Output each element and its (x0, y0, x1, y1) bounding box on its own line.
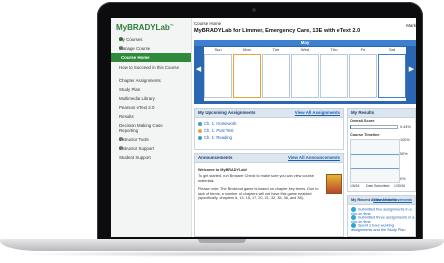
timeline-axis-label: Date Submitted (366, 184, 390, 188)
overall-score-value: 0.44% (400, 125, 411, 129)
axis-tick: 50% (400, 152, 408, 156)
sidebar-item-chapter-assignments[interactable]: Chapter Assignments › (111, 76, 191, 84)
sidebar-item-etext[interactable]: Pearson eText 2.0 (111, 103, 191, 111)
overall-score-track (350, 125, 398, 129)
chevron-right-icon: › (119, 44, 121, 51)
calendar-month: May (194, 40, 416, 46)
calendar: May ◀ ▶ Sun Mon Tue Wed Thu Fri Sat (194, 40, 416, 104)
timeline-start-date: 1/6/16 (350, 184, 360, 188)
axis-tick: 100% (400, 138, 410, 142)
sidebar-item-how-to-succeed[interactable]: How to Succeed in this Course (111, 63, 191, 75)
view-all-announcements-link[interactable]: View All Announcements (288, 154, 340, 162)
sidebar-item-my-courses[interactable]: My Courses (111, 35, 191, 43)
laptop-shadow (10, 251, 434, 257)
chart-gridline (351, 168, 399, 169)
panel-title: My Upcoming Assignments (198, 110, 256, 115)
achievements-panel: My Recent Achievements View All Achieveme… (347, 195, 416, 237)
view-all-achievements-link[interactable]: View All Achievements (373, 196, 412, 204)
calendar-prev-button[interactable]: ◀ (194, 56, 203, 84)
app-logo[interactable]: MyBRADYLab™ (116, 23, 174, 32)
sidebar-item-manage-course[interactable]: Manage Course › (111, 44, 191, 52)
sidebar-item-decision-making[interactable]: Decision Making Case Reporting (111, 121, 191, 133)
announcement-heading: Welcome to MyBRADYLab! (198, 168, 248, 172)
panel-header: My Upcoming Assignments View All Assignme… (195, 109, 343, 118)
breadcrumb: Course Home (194, 21, 222, 26)
panel-title: Announcements (198, 155, 233, 160)
sidebar-item-instructor-support[interactable]: Instructor Support (111, 144, 191, 152)
day-cell[interactable] (320, 54, 348, 98)
axis-tick: 0% (400, 177, 406, 181)
announcements-panel: Announcements View All Announcements Welc… (194, 153, 344, 237)
day-header: Mon (243, 47, 251, 52)
view-all-assignments-link[interactable]: View All Assignments (295, 109, 340, 117)
day-cell[interactable] (204, 54, 232, 98)
day-header: Tue (272, 47, 280, 52)
page-title: MyBRADYLab for Limmer, Emergency Care, 1… (194, 28, 361, 34)
main-content: Course Home MyBRADYLab for Limmer, Emerg… (192, 18, 416, 237)
day-header: Sun (214, 47, 222, 52)
day-header: Fri (360, 47, 366, 52)
announcement-text: To get started, run Browser Check to mak… (198, 174, 314, 183)
calendar-next-button[interactable]: ▶ (407, 56, 416, 84)
panel-header: Announcements View All Announcements (195, 154, 343, 163)
day-cell[interactable] (378, 54, 406, 98)
sidebar-item-results[interactable]: Results (111, 112, 191, 120)
panel-header: My Results (348, 109, 415, 118)
textbook-cover-image (326, 174, 342, 194)
chevron-right-icon: › (119, 135, 121, 142)
course-timeline-chart (350, 139, 400, 183)
day-header: Wed (300, 47, 310, 52)
laptop-frame: MyBRADYLab™ My Courses Manage Course › Co… (0, 0, 444, 263)
timeline-end-date: 1/30/16 (394, 184, 406, 188)
screen: MyBRADYLab™ My Courses Manage Course › Co… (111, 18, 416, 237)
sidebar-item-instructor-tools[interactable]: Instructor Tools › (111, 135, 191, 143)
laptop-notch (198, 239, 246, 243)
day-cell[interactable] (262, 54, 290, 98)
overall-score-label: Overall Score (350, 119, 375, 123)
day-cell[interactable] (291, 54, 319, 98)
user-name[interactable]: Mark (406, 23, 416, 28)
sidebar-item-course-home[interactable]: Course Home (111, 53, 191, 62)
panel-title: My Results (351, 110, 375, 115)
assignment-item[interactable]: Ch. 1: Reading (198, 135, 232, 140)
day-header: Thu (330, 47, 338, 52)
results-panel: My Results Overall Score 0.44% Course Ti… (347, 108, 416, 192)
assignments-panel: My Upcoming Assignments View All Assignme… (194, 108, 344, 150)
day-cell[interactable] (349, 54, 377, 98)
webcam-icon (252, 8, 256, 12)
achievement-item: Spent 1 hour working assignments and the… (351, 223, 406, 232)
sidebar-item-student-support[interactable]: Student Support (111, 153, 191, 161)
calendar-week: Sun Mon Tue Wed Thu Fri Sat (204, 47, 406, 101)
sidebar: MyBRADYLab™ My Courses Manage Course › Co… (111, 18, 192, 237)
sidebar-item-multimedia-library[interactable]: Multimedia Library (111, 94, 191, 102)
assignment-item[interactable]: Ch. 1: Homework (198, 121, 236, 126)
assignment-status-icon (198, 121, 202, 126)
day-cell-today[interactable] (233, 54, 261, 98)
assignment-status-icon (198, 128, 202, 133)
sidebar-item-study-plan[interactable]: Study Plan (111, 85, 191, 93)
panel-header: My Recent Achievements View All Achieveme… (348, 196, 415, 205)
chart-gridline (351, 154, 399, 155)
assignment-status-icon (198, 135, 202, 140)
overall-score-bar (350, 125, 351, 129)
day-header: Sat (388, 47, 395, 52)
assignment-item[interactable]: Ch. 1: Post Test (198, 128, 233, 133)
chevron-right-icon: › (119, 76, 121, 83)
announcement-note: Please note: The Brokeout game is based … (198, 187, 319, 201)
course-timeline-label: Course Timeline (350, 133, 380, 137)
